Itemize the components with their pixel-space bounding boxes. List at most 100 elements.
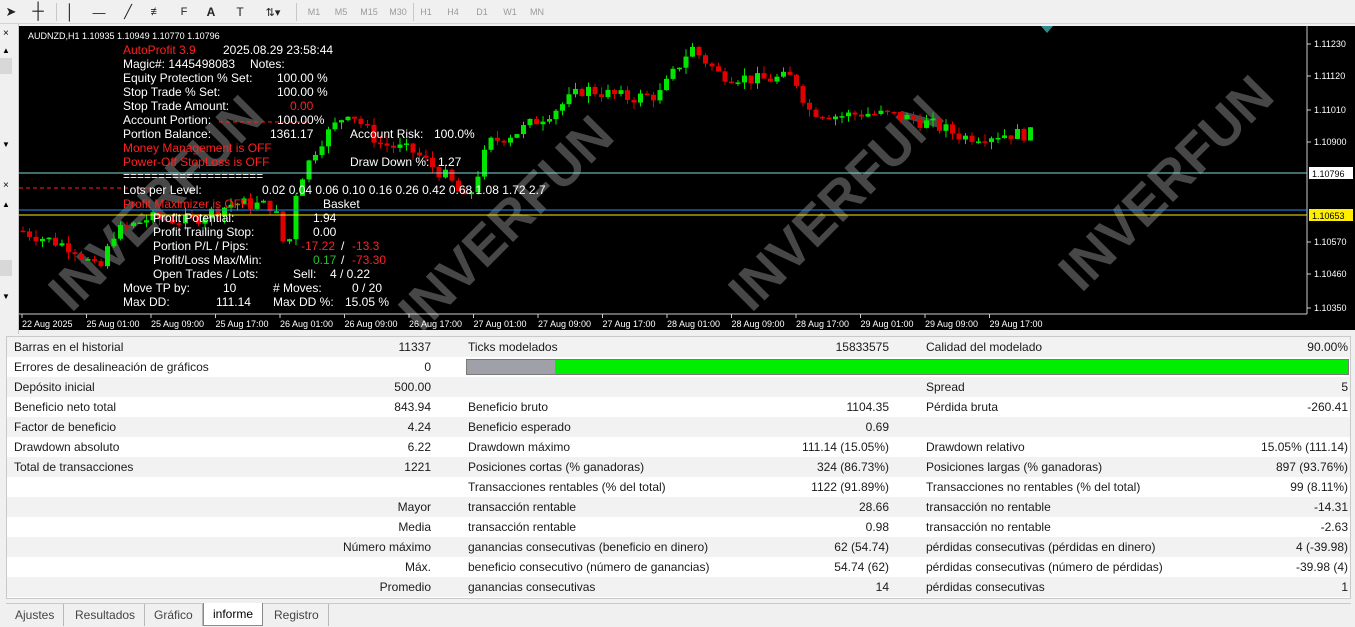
report-value: -2.63 bbox=[1320, 520, 1348, 534]
candle-body bbox=[527, 118, 533, 126]
candle-body bbox=[508, 137, 513, 143]
candle-body bbox=[46, 237, 52, 240]
candle-body bbox=[293, 195, 299, 240]
candle-body bbox=[852, 112, 858, 115]
tab-ajustes[interactable]: Ajustes bbox=[6, 604, 65, 626]
time-axis-label: 28 Aug 17:00 bbox=[796, 319, 849, 329]
trendline-icon[interactable]: ╱ bbox=[118, 2, 138, 22]
fibonacci-icon[interactable]: F bbox=[173, 2, 195, 22]
candle-body bbox=[534, 118, 539, 125]
magic-number: Magic#: 1445498083 bbox=[123, 57, 235, 71]
horizontal-line-icon[interactable]: — bbox=[88, 2, 110, 22]
candle-body bbox=[898, 112, 903, 120]
chevron-down-icon[interactable]: ▼ bbox=[2, 292, 10, 301]
timeframe-m5[interactable]: M5 bbox=[330, 2, 352, 22]
report-value: 4.24 bbox=[407, 420, 431, 434]
candle-body bbox=[911, 115, 916, 120]
report-label: Barras en el historial bbox=[14, 340, 124, 354]
candle-body bbox=[111, 238, 117, 247]
candle-body bbox=[592, 86, 598, 95]
report-label: Beneficio neto total bbox=[14, 400, 117, 414]
scrollbar-thumb[interactable] bbox=[0, 260, 12, 276]
stat-value: 0.00 bbox=[313, 225, 337, 239]
crosshair-icon[interactable]: ┼ bbox=[28, 2, 48, 22]
timeframe-m30[interactable]: M30 bbox=[386, 2, 410, 22]
timeframe-d1[interactable]: D1 bbox=[472, 2, 492, 22]
close-icon[interactable]: × bbox=[3, 180, 9, 191]
report-label: Drawdown máximo bbox=[468, 440, 571, 454]
time-axis-label: 26 Aug 17:00 bbox=[409, 319, 462, 329]
equidistant-channel-icon[interactable]: ≢ bbox=[145, 2, 167, 22]
report-value: 90.00% bbox=[1307, 340, 1348, 354]
tab-registro[interactable]: Registro bbox=[265, 604, 329, 626]
timeframe-mn[interactable]: MN bbox=[526, 2, 548, 22]
report-label: ganancias consecutivas (beneficio en din… bbox=[468, 540, 709, 554]
candle-body bbox=[839, 116, 845, 118]
stat-label: Stop Trade % Set: bbox=[123, 85, 220, 99]
vertical-line-icon[interactable]: │ bbox=[62, 2, 78, 22]
chevron-down-icon[interactable]: ▼ bbox=[2, 140, 10, 149]
report-value: 4 (-39.98) bbox=[1295, 540, 1348, 554]
candle-body bbox=[599, 94, 604, 98]
report-value: 1122 (91.89%) bbox=[811, 480, 889, 494]
report-label: Depósito inicial bbox=[14, 380, 95, 394]
text-label-icon[interactable]: T bbox=[230, 2, 250, 22]
candle-body bbox=[748, 75, 754, 84]
candle-body bbox=[664, 78, 669, 91]
price-chart[interactable]: INVERFUN INVERFUN INVERFUN INVERFUN 1.11230 1… bbox=[19, 26, 1355, 330]
time-axis-label: 27 Aug 09:00 bbox=[538, 319, 591, 329]
candle-body bbox=[963, 135, 968, 140]
report-row: Factor de beneficio 4.24 Beneficio esperad… bbox=[7, 417, 1350, 437]
report-value: 15833575 bbox=[835, 340, 889, 354]
timeframe-m15[interactable]: M15 bbox=[357, 2, 381, 22]
close-icon[interactable]: × bbox=[3, 28, 9, 39]
candle-body bbox=[384, 143, 390, 146]
chevron-up-icon[interactable]: ▲ bbox=[2, 200, 10, 209]
candle-body bbox=[98, 261, 104, 267]
timeframe-h4[interactable]: H4 bbox=[443, 2, 463, 22]
report-label: Factor de beneficio bbox=[14, 420, 117, 434]
chevron-up-icon[interactable]: ▲ bbox=[2, 46, 10, 55]
candle-body bbox=[404, 143, 409, 145]
arrows-icon[interactable]: ⇅▾ bbox=[258, 2, 288, 22]
candle-body bbox=[501, 140, 507, 143]
candle-body bbox=[1028, 127, 1033, 141]
candle-body bbox=[261, 200, 266, 203]
candle-body bbox=[443, 169, 448, 178]
timeframe-h1[interactable]: H1 bbox=[416, 2, 436, 22]
stat-value: -13.3 bbox=[352, 239, 380, 253]
stat-value: -17.22 bbox=[301, 239, 335, 253]
stat-label: Profit Trailing Stop: bbox=[153, 225, 254, 239]
report-label: Total de transacciones bbox=[14, 460, 134, 474]
candle-body bbox=[586, 86, 591, 96]
report-value: -260.41 bbox=[1307, 400, 1348, 414]
tab-grafico[interactable]: Gráfico bbox=[145, 604, 203, 626]
candle-body bbox=[722, 71, 728, 82]
stat-value: 111.14 bbox=[216, 295, 251, 309]
scrollbar-thumb[interactable] bbox=[0, 58, 12, 74]
basket-label: Basket bbox=[323, 197, 360, 211]
price-axis-label: 1.10570 bbox=[1314, 237, 1347, 247]
report-row: Media transacción rentable 0.98 transacción… bbox=[7, 517, 1350, 537]
report-value: Media bbox=[398, 520, 431, 534]
cursor-icon[interactable]: ➤ bbox=[2, 2, 20, 22]
candle-body bbox=[1021, 129, 1027, 141]
tab-informe[interactable]: informe bbox=[203, 603, 264, 626]
report-row: Errores de desalineación de gráficos 0 bbox=[7, 357, 1350, 377]
time-axis-label: 26 Aug 01:00 bbox=[280, 319, 333, 329]
tab-resultados[interactable]: Resultados bbox=[66, 604, 146, 626]
report-row: Depósito inicial 500.00 Spread 5 bbox=[7, 377, 1350, 397]
candle-body bbox=[560, 104, 565, 111]
candle-body bbox=[1008, 135, 1014, 139]
text-icon[interactable]: A bbox=[201, 2, 221, 22]
candle-body bbox=[683, 56, 689, 68]
report-label: Transacciones rentables (% del total) bbox=[468, 480, 666, 494]
timeframe-w1[interactable]: W1 bbox=[500, 2, 520, 22]
candle-body bbox=[306, 160, 312, 180]
report-row: Drawdown absoluto 6.22 Drawdown máximo 111.… bbox=[7, 437, 1350, 457]
timeframe-m1[interactable]: M1 bbox=[304, 2, 324, 22]
report-value: Promedio bbox=[379, 580, 431, 594]
candle-body bbox=[118, 225, 123, 239]
candle-body bbox=[638, 93, 643, 103]
candle-body bbox=[794, 74, 799, 86]
